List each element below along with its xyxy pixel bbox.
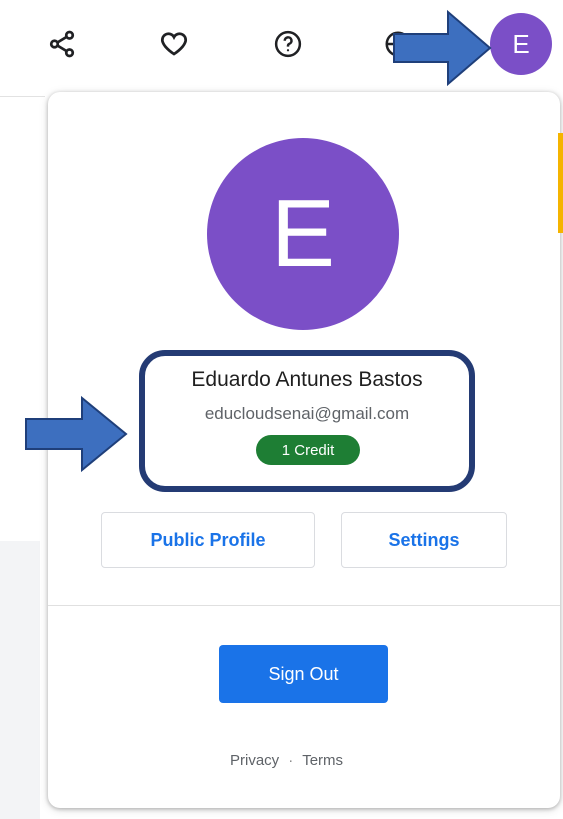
background-divider bbox=[0, 96, 45, 97]
user-email: educloudsenai@gmail.com bbox=[204, 404, 410, 423]
privacy-link[interactable]: Privacy bbox=[230, 752, 279, 769]
annotation-arrow-left bbox=[25, 395, 128, 473]
settings-button[interactable]: Settings bbox=[341, 512, 507, 568]
public-profile-label: Public Profile bbox=[150, 529, 266, 550]
user-name: Eduardo Antunes Bastos bbox=[191, 368, 423, 391]
annotation-arrow-top bbox=[393, 9, 492, 87]
settings-label: Settings bbox=[388, 529, 460, 550]
profile-avatar: E bbox=[207, 138, 399, 330]
heart-icon[interactable] bbox=[156, 26, 192, 62]
share-icon[interactable] bbox=[44, 26, 80, 62]
background-accent bbox=[558, 133, 563, 233]
public-profile-button[interactable]: Public Profile bbox=[101, 512, 315, 568]
sign-out-label: Sign Out bbox=[268, 663, 339, 684]
card-divider bbox=[48, 605, 560, 606]
sign-out-button[interactable]: Sign Out bbox=[219, 645, 388, 703]
credit-badge: 1 Credit bbox=[256, 435, 360, 465]
background-panel bbox=[0, 541, 40, 819]
footer-links: Privacy · Terms bbox=[220, 752, 388, 769]
account-avatar-button[interactable]: E bbox=[490, 13, 552, 75]
terms-link[interactable]: Terms bbox=[302, 752, 343, 769]
avatar-letter: E bbox=[512, 28, 530, 59]
footer-separator: · bbox=[288, 752, 294, 769]
help-icon[interactable] bbox=[270, 26, 306, 62]
profile-avatar-letter: E bbox=[270, 180, 336, 287]
